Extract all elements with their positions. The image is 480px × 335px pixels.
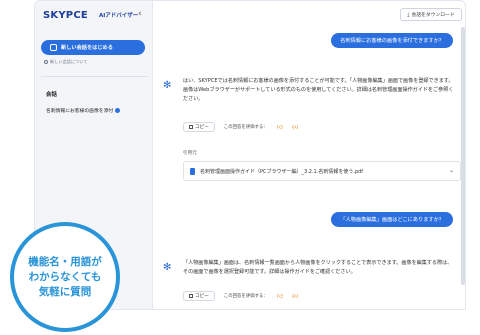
new-chat-label: 新しい会話をはじめる <box>61 45 113 51</box>
ai-assistant-icon: ✻ <box>163 80 172 91</box>
ai-message: はい、SKYPCEでは名刺情報にお客様の画像を添付することが可能です。「人物画像… <box>183 78 454 103</box>
scrollbar[interactable] <box>461 27 465 285</box>
source-document-title: 名刺管理画面操作ガイド（PCブラウザー編）_3.2.1.名刺情報を使う.pdf <box>200 168 364 175</box>
source-label: 引用元 <box>183 151 197 156</box>
source-document-card[interactable]: 名刺管理画面操作ガイド（PCブラウザー編）_3.2.1.名刺情報を使う.pdf … <box>183 161 461 181</box>
copy-button[interactable]: コピー <box>183 291 215 301</box>
new-chat-button[interactable]: 新しい会話をはじめる <box>41 40 145 55</box>
download-chat-label: 会話をダウンロード <box>411 13 455 18</box>
feedback-bar: コピー この回答を評価する： 👍︎ 👍︎ <box>183 291 298 301</box>
thumbs-up-icon[interactable]: 👍︎ <box>277 123 283 131</box>
document-icon <box>190 167 195 175</box>
ai-assistant-icon: ✻ <box>163 262 172 273</box>
thumbs-down-icon[interactable]: 👍︎ <box>292 292 298 300</box>
promo-line-1: 機能名・用語が <box>28 255 102 268</box>
stage: SKYPCE AIアドバイザー ‹ 新しい会話をはじめる 新しい会話について 会… <box>0 0 480 335</box>
app-logo-subtitle: AIアドバイザー <box>99 13 139 19</box>
conversation-section-label: 会話 <box>46 92 58 98</box>
rate-label: この回答を評価する： <box>223 125 268 130</box>
thumbs-up-icon[interactable]: 👍︎ <box>277 292 283 300</box>
info-icon <box>44 60 48 64</box>
about-new-chat-link[interactable]: 新しい会話について <box>44 59 88 65</box>
promo-line-2: わからなくても <box>28 270 102 283</box>
ai-message: 「人物画像編集」画面は、名刺情報一覧画面から人物画像をクリックすることで表示でき… <box>183 260 453 276</box>
thumbs-down-icon[interactable]: 👍︎ <box>292 123 298 131</box>
download-icon: ⤓ <box>407 11 410 18</box>
sidebar-item-conversation[interactable]: 名刺情報にお客様の画像を添付 <box>46 107 121 114</box>
user-message: 名刺情報にお客様の画像を添付できますか？ <box>331 33 453 48</box>
promo-line-3: 気軽に質問 <box>38 285 92 298</box>
copy-icon <box>189 125 193 129</box>
new-chat-icon <box>50 44 57 51</box>
app-logo: SKYPCE <box>43 10 88 21</box>
about-new-chat-label: 新しい会話について <box>50 59 88 64</box>
copy-label: コピー <box>195 294 209 299</box>
promo-badge: 機能名・用語が わからなくても 気軽に質問 <box>10 222 120 332</box>
download-chat-button[interactable]: ⤓ 会話をダウンロード <box>400 8 462 21</box>
chevron-left-icon[interactable]: ‹ <box>138 9 142 19</box>
copy-button[interactable]: コピー <box>183 122 215 132</box>
copy-label: コピー <box>195 125 209 130</box>
rate-label: この回答を評価する： <box>223 294 268 299</box>
check-icon <box>115 108 121 113</box>
chevron-down-icon[interactable]: ⌄ <box>449 167 454 174</box>
feedback-bar: コピー この回答を評価する： 👍︎ 👍︎ <box>183 122 298 132</box>
chat-main: ⤓ 会話をダウンロード 名刺情報にお客様の画像を添付できますか？ ✻ はい、SK… <box>153 1 465 309</box>
user-message: 「人物画像編集」画面はどこにありますか？ <box>331 212 453 227</box>
copy-icon <box>189 294 193 298</box>
sidebar-divider <box>41 76 147 77</box>
conversation-item-label: 名刺情報にお客様の画像を添付 <box>46 109 114 114</box>
